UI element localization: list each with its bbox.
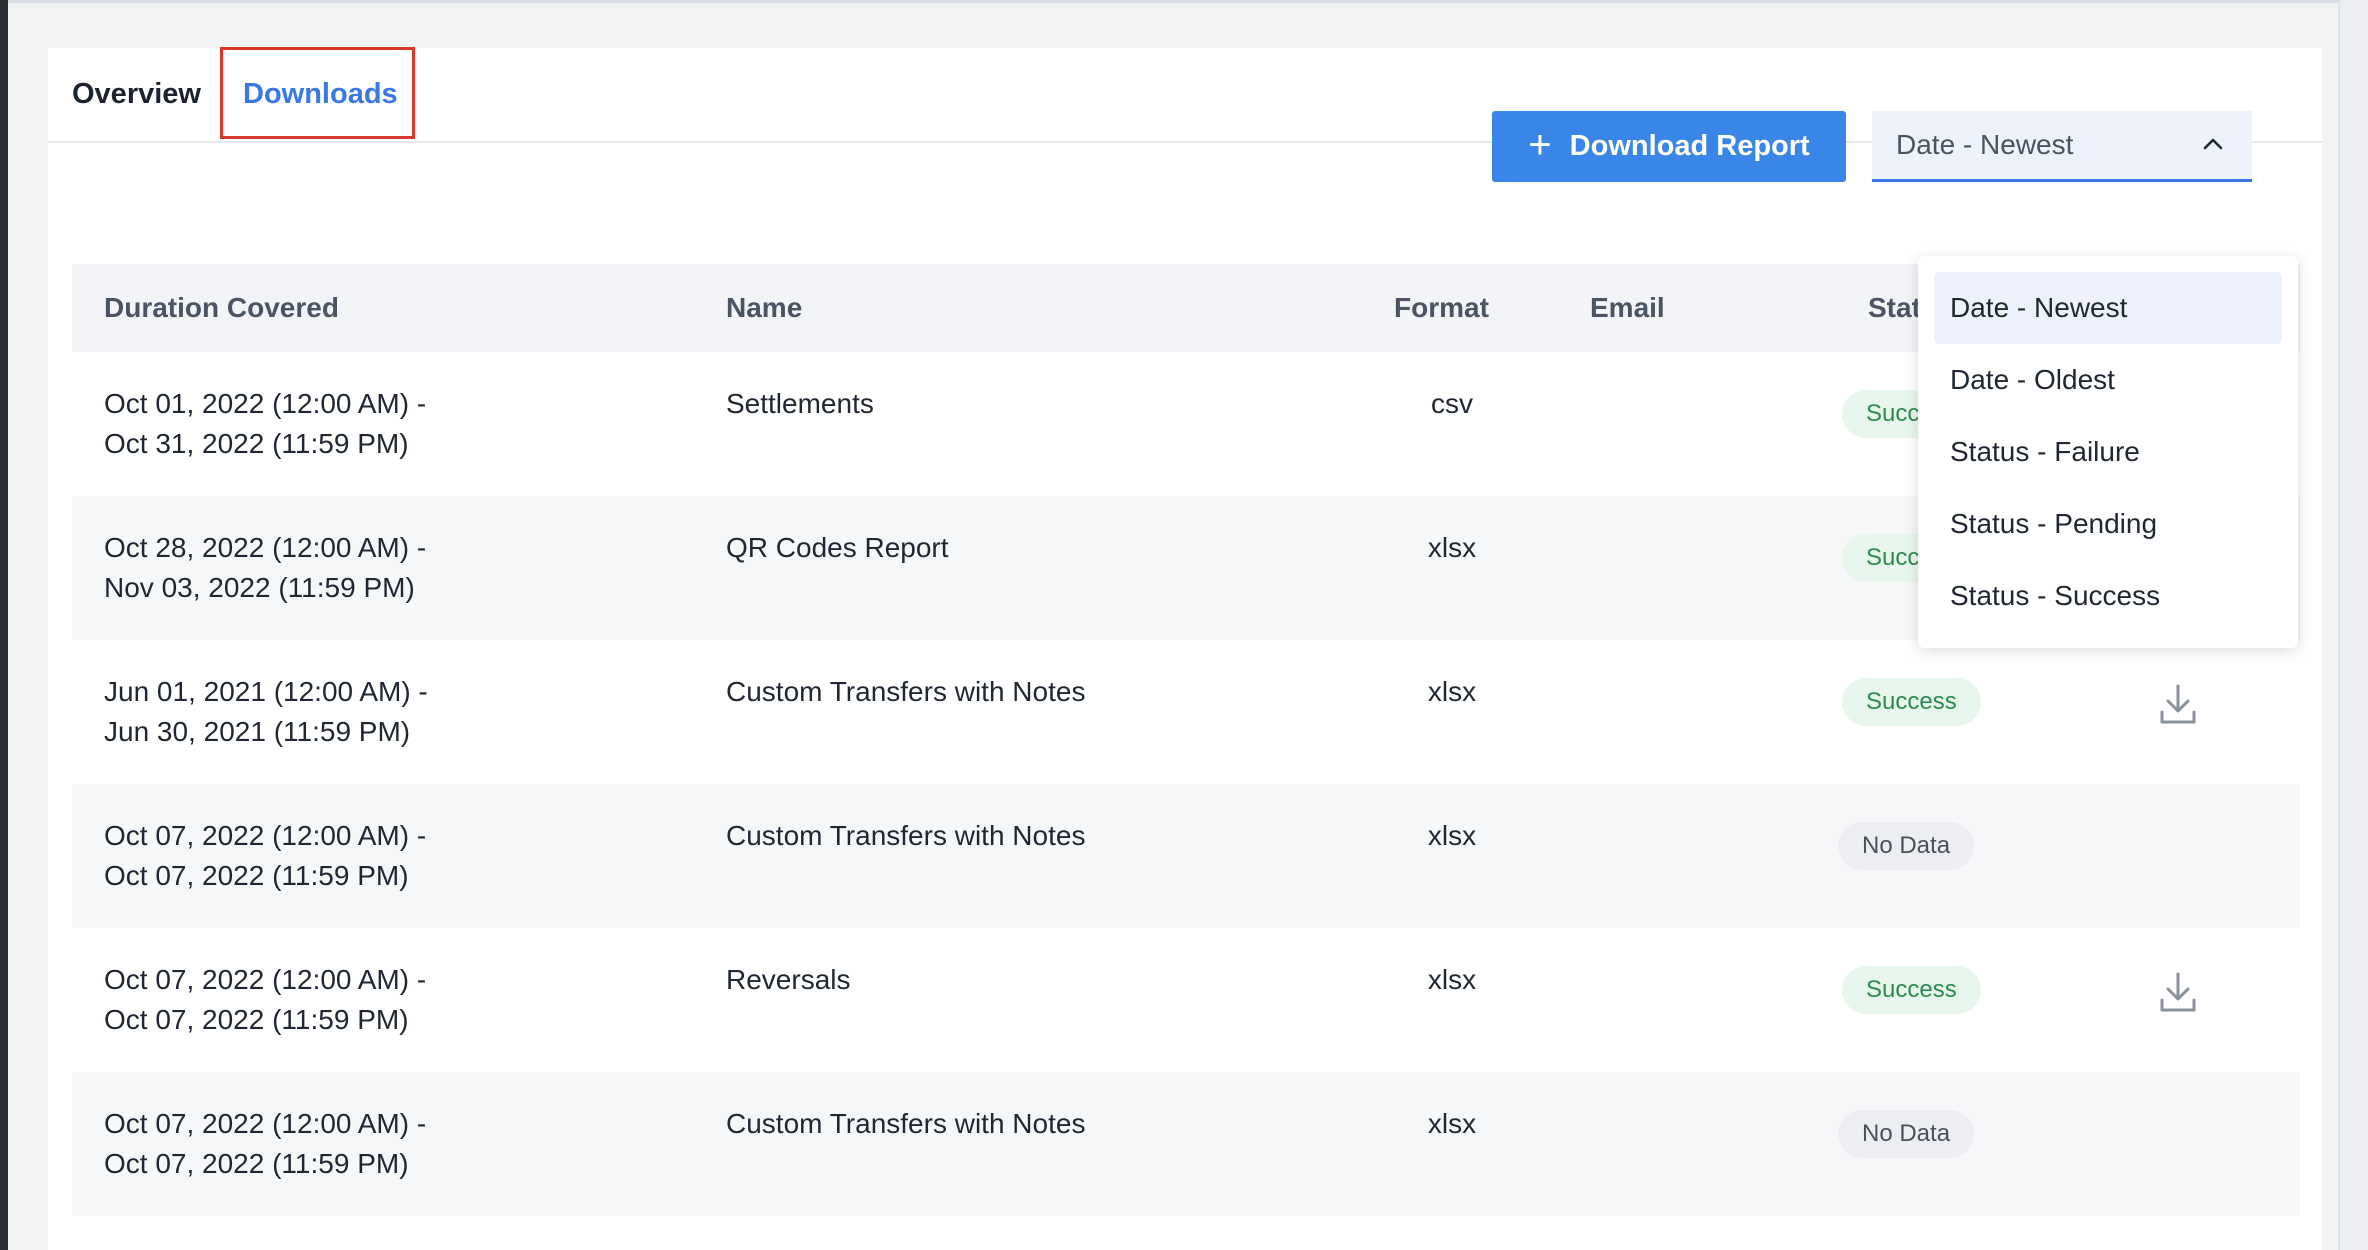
status-badge: No Data (1838, 822, 1975, 870)
duration-to: Oct 07, 2022 (11:59 PM) (104, 1004, 409, 1035)
table-row: Oct 07, 2022 (12:00 AM) - Oct 07, 2022 (… (72, 1072, 2300, 1216)
duration-from: Jun 01, 2021 (12:00 AM) - (104, 676, 428, 707)
format-cell: xlsx (1427, 532, 1477, 563)
duration-to: Nov 03, 2022 (11:59 PM) (104, 572, 415, 603)
duration-cell: Oct 01, 2022 (12:00 AM) - Oct 31, 2022 (… (104, 384, 664, 464)
download-report-button[interactable]: + Download Report (1492, 111, 1846, 182)
sort-option-date-newest[interactable]: Date - Newest (1934, 272, 2282, 344)
name-cell: QR Codes Report (726, 532, 949, 563)
tab-overview[interactable]: Overview (72, 48, 201, 141)
format-cell: csv (1431, 388, 1473, 419)
duration-cell: Jun 01, 2021 (12:00 AM) - Jun 30, 2021 (… (104, 672, 664, 752)
download-icon[interactable] (2158, 682, 2198, 726)
status-badge: Success (1842, 678, 1981, 726)
status-cell: Success (1842, 966, 1981, 1014)
header-name: Name (726, 292, 803, 323)
duration-from: Oct 28, 2022 (12:00 AM) - (104, 532, 427, 563)
download-icon[interactable] (2158, 970, 2198, 1014)
status-badge: Success (1842, 966, 1981, 1014)
format-cell: xlsx (1427, 1108, 1477, 1139)
plus-icon: + (1528, 122, 1552, 167)
name-cell: Custom Transfers with Notes (726, 1108, 1086, 1139)
duration-from: Oct 07, 2022 (12:00 AM) - (104, 1108, 427, 1139)
table-row: Jun 01, 2021 (12:00 AM) - Jun 30, 2021 (… (72, 640, 2300, 784)
sort-option-status-failure[interactable]: Status - Failure (1934, 416, 2282, 488)
sort-select[interactable]: Date - Newest (1872, 111, 2252, 182)
duration-to: Jun 30, 2021 (11:59 PM) (104, 716, 411, 747)
format-cell: xlsx (1427, 820, 1477, 851)
status-cell: No Data (1838, 822, 1975, 870)
table-row: Oct 07, 2022 (12:00 AM) - Oct 07, 2022 (… (72, 784, 2300, 928)
sort-option-date-oldest[interactable]: Date - Oldest (1934, 344, 2282, 416)
download-report-label: Download Report (1569, 130, 1810, 162)
right-scroll-track[interactable] (2338, 0, 2368, 1250)
name-cell: Reversals (726, 964, 851, 995)
duration-cell: Oct 07, 2022 (12:00 AM) - Oct 07, 2022 (… (104, 1104, 664, 1184)
sort-select-value: Date - Newest (1896, 129, 2074, 160)
duration-to: Oct 31, 2022 (11:59 PM) (104, 428, 409, 459)
status-cell: No Data (1838, 1110, 1975, 1158)
table-row: Oct 07, 2022 (12:00 AM) - Oct 07, 2022 (… (72, 928, 2300, 1072)
header-email: Email (1590, 292, 1665, 323)
sort-option-status-pending[interactable]: Status - Pending (1934, 488, 2282, 560)
duration-from: Oct 01, 2022 (12:00 AM) - (104, 388, 427, 419)
top-divider (8, 0, 2368, 3)
header-format: Format (1394, 292, 1489, 323)
name-cell: Custom Transfers with Notes (726, 676, 1086, 707)
duration-from: Oct 07, 2022 (12:00 AM) - (104, 820, 427, 851)
sort-option-status-success[interactable]: Status - Success (1934, 560, 2282, 632)
tab-downloads[interactable]: Downloads (243, 48, 398, 141)
header-duration: Duration Covered (104, 292, 339, 323)
duration-cell: Oct 07, 2022 (12:00 AM) - Oct 07, 2022 (… (104, 816, 664, 896)
status-cell: Success (1842, 678, 1981, 726)
duration-to: Oct 07, 2022 (11:59 PM) (104, 860, 409, 891)
downloads-card: Overview Downloads + Download Report Dat… (48, 47, 2322, 1250)
format-cell: xlsx (1427, 964, 1477, 995)
header-status: Stat (1868, 292, 1921, 323)
sort-dropdown-menu: Date - Newest Date - Oldest Status - Fai… (1918, 256, 2298, 648)
name-cell: Settlements (726, 388, 874, 419)
name-cell: Custom Transfers with Notes (726, 820, 1086, 851)
duration-to: Oct 07, 2022 (11:59 PM) (104, 1148, 409, 1179)
chevron-up-icon (2203, 138, 2223, 150)
duration-from: Oct 07, 2022 (12:00 AM) - (104, 964, 427, 995)
duration-cell: Oct 28, 2022 (12:00 AM) - Nov 03, 2022 (… (104, 528, 664, 608)
status-badge: No Data (1838, 1110, 1975, 1158)
format-cell: xlsx (1427, 676, 1477, 707)
left-window-edge (0, 0, 8, 1250)
duration-cell: Oct 07, 2022 (12:00 AM) - Oct 07, 2022 (… (104, 960, 664, 1040)
